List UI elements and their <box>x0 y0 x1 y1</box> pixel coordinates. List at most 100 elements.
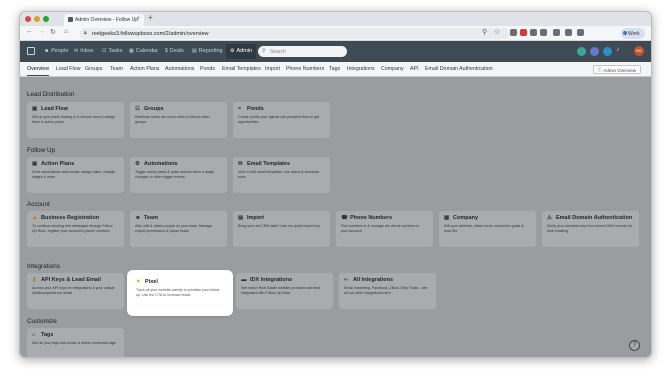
admin-overview-button[interactable]: ⓘ Admin Overview <box>593 65 641 74</box>
import-icon: ▤ <box>238 215 244 221</box>
sidebar-icon[interactable] <box>565 29 572 36</box>
zoom-window-icon[interactable] <box>43 16 49 22</box>
card-title: Phone Numbers <box>350 215 393 221</box>
card-company[interactable]: ▦ Company Edit your address, office hours… <box>439 211 536 247</box>
card-description: Add, edit & delete people on your team. … <box>135 224 213 233</box>
card-groups[interactable]: ☷ Groups Distribute leads via round-robin… <box>130 102 227 138</box>
card-automations[interactable]: ⚙ Automations Trigger action plans & quic… <box>130 157 227 193</box>
browser-window: Admin Overview - Follow Up × + ← → ↻ ⌂ 🔒… <box>19 11 652 358</box>
bookmark-star-icon[interactable]: ☆ <box>494 28 500 36</box>
idx-icon: ▬ <box>241 277 247 283</box>
extension-icon[interactable] <box>510 29 517 36</box>
tab-lead-flow[interactable]: Lead Flow <box>56 66 80 72</box>
nav-admin[interactable]: ⚙ Admin <box>226 44 257 59</box>
minimize-window-icon[interactable] <box>34 16 40 22</box>
card-description: Set up your leads flowing in & choose ho… <box>32 115 115 124</box>
card-api-keys[interactable]: ⚷ API Keys & Lead Email Access your API k… <box>27 273 124 309</box>
status-icon[interactable] <box>577 47 586 56</box>
nav-label: Tasks <box>108 48 123 54</box>
tab-import[interactable]: Import <box>265 66 280 72</box>
card-description: Track all your website activity to prior… <box>136 288 220 297</box>
zoom-icon[interactable]: ⚲ <box>482 28 487 36</box>
nav-calendar[interactable]: ▦ Calendar <box>129 48 158 54</box>
downloads-icon[interactable] <box>577 29 584 36</box>
card-description: Verify your domains have the correct DNS… <box>547 224 633 233</box>
status-icon[interactable] <box>590 47 599 56</box>
nav-people[interactable]: ☻ People <box>44 48 68 54</box>
nav-tasks[interactable]: ☑ Tasks <box>102 48 123 54</box>
extension-icon[interactable] <box>520 29 527 36</box>
browser-tab-title: Admin Overview - Follow Up <box>75 17 139 23</box>
card-import[interactable]: ▤ Import Bring your old CRM data? Use our… <box>233 211 330 247</box>
nav-inbox[interactable]: ✉ Inbox <box>74 48 94 54</box>
reload-icon[interactable]: ↻ <box>50 28 56 36</box>
site-info-icon[interactable]: ⌂ <box>64 28 68 35</box>
search-icon: ⚲ <box>262 48 266 54</box>
tab-groups[interactable]: Groups <box>85 66 102 72</box>
nav-deals[interactable]: $ Deals <box>165 48 184 54</box>
card-title: All Integrations <box>353 277 394 283</box>
card-email-domain-authentication[interactable]: ⚠ Email Domain Authentication Verify your… <box>542 211 639 247</box>
card-idx-integrations[interactable]: ▬ IDX Integrations See which Real Estate … <box>236 273 333 309</box>
section-title: Customize <box>27 318 57 325</box>
extensions-puzzle-icon[interactable] <box>553 29 560 36</box>
back-icon[interactable]: ← <box>26 28 33 35</box>
card-lead-flow[interactable]: ▣ Lead Flow Set up your leads flowing in … <box>27 102 124 138</box>
tab-api[interactable]: API <box>410 66 419 72</box>
tab-overview[interactable]: Overview <box>27 66 50 76</box>
help-button[interactable]: ? <box>629 340 640 351</box>
avatar[interactable]: RG <box>634 46 644 56</box>
tab-phone-numbers[interactable]: Phone Numbers <box>286 66 324 72</box>
card-title: IDX Integrations <box>250 277 293 283</box>
card-phone-numbers[interactable]: ☎ Phone Numbers Port numbers in & manage … <box>336 211 433 247</box>
tab-ponds[interactable]: Ponds <box>200 66 215 72</box>
card-email-templates[interactable]: ✉ Email Templates View & edit email templ… <box>233 157 330 193</box>
tab-automations[interactable]: Automations <box>165 66 194 72</box>
browser-tab[interactable]: Admin Overview - Follow Up × <box>64 14 144 26</box>
card-description: Distribute leads via round-robin or firs… <box>135 115 210 124</box>
address-bar[interactable]: 🔒︎ reelgeeks3.followupboss.com/2/admin/o… <box>80 28 510 39</box>
close-tab-icon[interactable]: × <box>136 16 140 22</box>
card-all-integrations[interactable]: ∞ All Integrations Email marketing, Faceb… <box>339 273 436 309</box>
notifications-bell-icon[interactable]: ♪ <box>616 46 620 53</box>
inbox-icon: ✉ <box>74 48 79 54</box>
info-icon: ⓘ <box>597 67 602 72</box>
tab-team[interactable]: Team <box>110 66 123 72</box>
card-description: To continue sending text messages throug… <box>32 224 113 233</box>
url-text: reelgeeks3.followupboss.com/2/admin/over… <box>92 30 209 37</box>
status-icon[interactable] <box>603 47 612 56</box>
tag-icon: ⌂ <box>32 332 36 338</box>
card-description: View & edit email templates, use specs &… <box>238 170 320 179</box>
reporting-icon: ▤ <box>192 48 197 54</box>
card-description: Email marketing, Facebook, Zillow, Dirty… <box>344 286 428 295</box>
section-title: Lead Distribution <box>27 91 75 98</box>
tab-email-templates[interactable]: Email Templates <box>222 66 261 72</box>
close-window-icon[interactable] <box>25 16 31 22</box>
pixel-icon: ✦ <box>136 279 141 285</box>
card-tags[interactable]: ⌂ Tags See all your tags and create & del… <box>27 328 124 357</box>
app-header: ☻ People ✉ Inbox ☑ Tasks ▦ Calendar $ Deals ▤… <box>20 41 651 62</box>
extension-icon[interactable] <box>530 29 537 36</box>
favicon-icon <box>68 17 73 22</box>
nav-label: Admin <box>236 48 253 54</box>
profile-button[interactable]: Work <box>621 28 645 39</box>
tab-integrations[interactable]: Integrations <box>347 66 375 72</box>
card-description: See all your tags and create & delete un… <box>32 341 116 345</box>
forward-icon[interactable]: → <box>38 28 45 35</box>
search-input[interactable]: ⚲ Search <box>258 46 347 57</box>
card-team[interactable]: ☻ Team Add, edit & delete people on your … <box>130 211 227 247</box>
tab-company[interactable]: Company <box>381 66 404 72</box>
tab-tags[interactable]: Tags <box>329 66 340 72</box>
card-title: Import <box>247 215 265 221</box>
tab-action-plans[interactable]: Action Plans <box>130 66 159 72</box>
new-tab-icon[interactable]: + <box>148 13 153 22</box>
extension-icon[interactable] <box>540 29 547 36</box>
nav-reporting[interactable]: ▤ Reporting <box>192 48 223 54</box>
deals-icon: $ <box>165 48 168 54</box>
card-pixel[interactable]: ✦ Pixel Track all your website activity t… <box>130 273 230 313</box>
app-logo-icon[interactable] <box>27 47 35 55</box>
card-action-plans[interactable]: ▣ Action Plans Drive automations and emai… <box>27 157 124 193</box>
card-ponds[interactable]: ≈ Ponds Create ponds your agents can pros… <box>233 102 330 138</box>
card-business-registration[interactable]: ▲ Business Registration To continue sendi… <box>27 211 124 247</box>
tab-email-domain-authentication[interactable]: Email Domain Authentication <box>425 66 493 72</box>
